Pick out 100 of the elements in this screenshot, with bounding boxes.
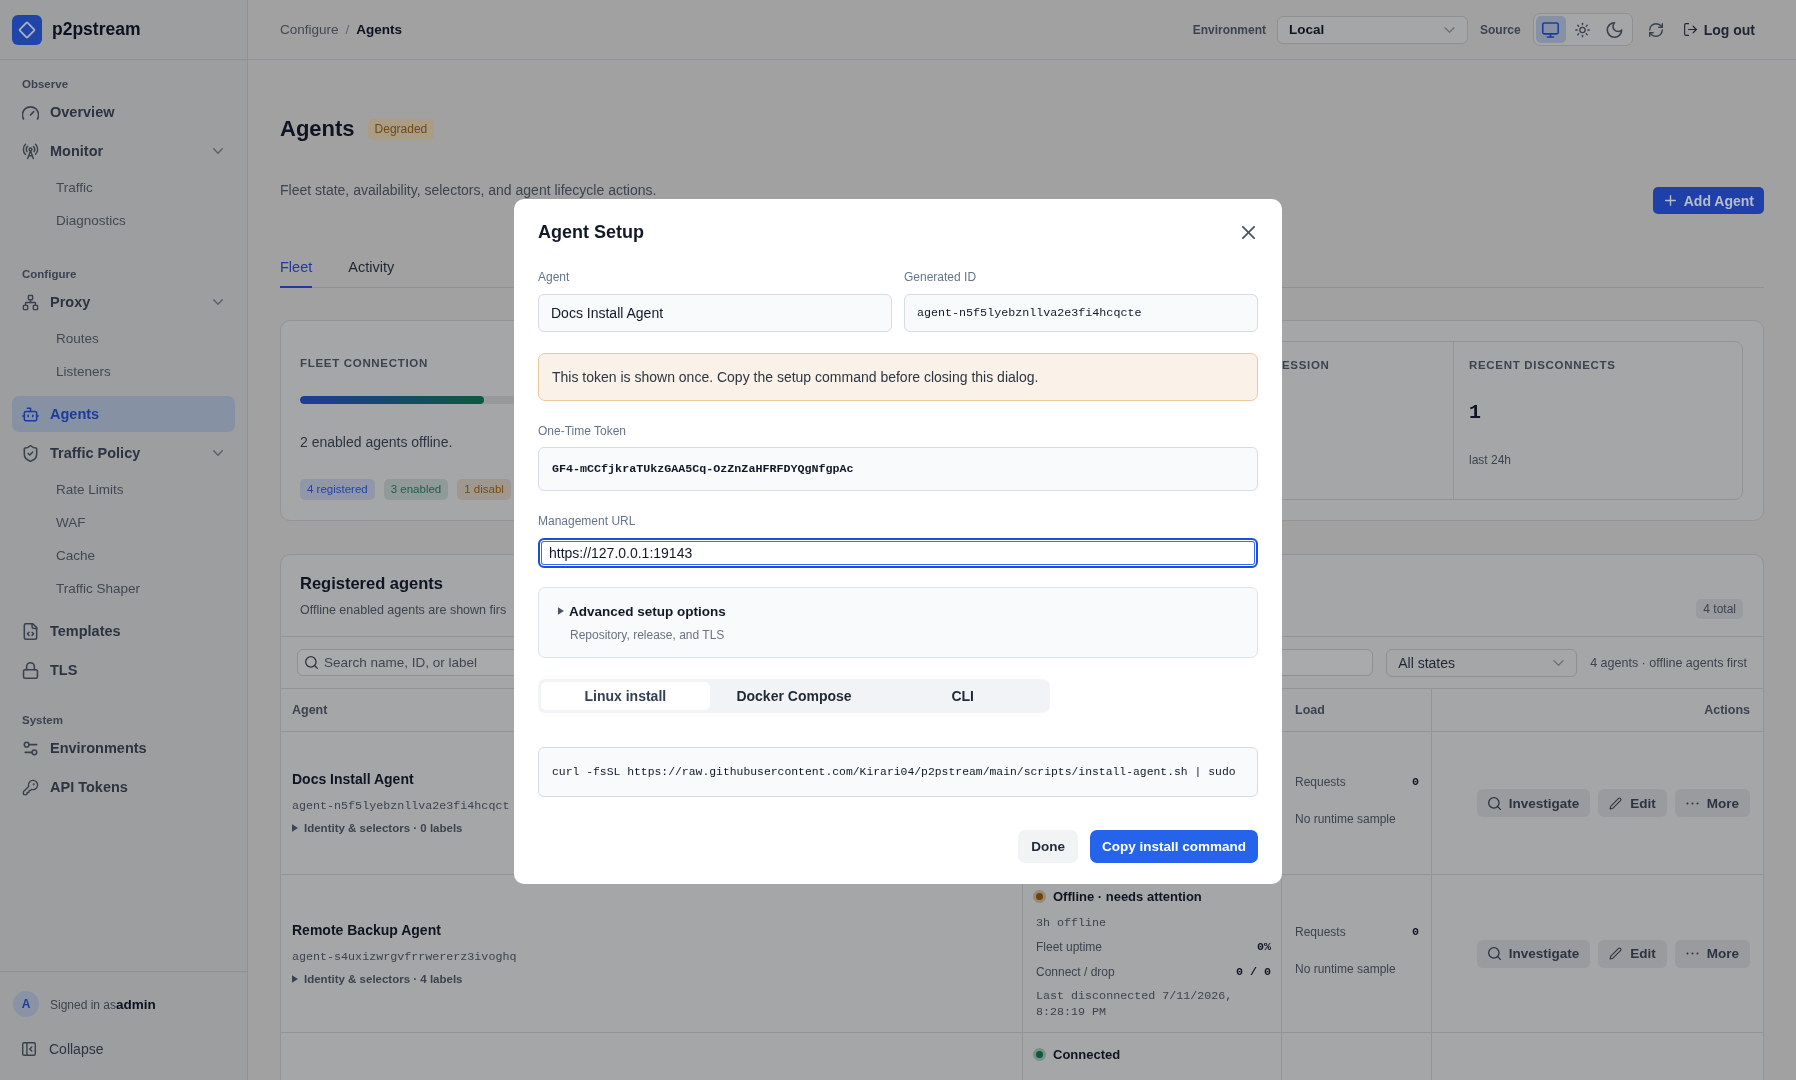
nav-item[interactable]: Templates	[12, 613, 235, 649]
chevron-down-icon	[1444, 26, 1455, 33]
more-button[interactable]: More	[1674, 939, 1750, 968]
environment-label: Environment	[1192, 22, 1266, 37]
logout-button[interactable]: Log out	[1683, 21, 1755, 38]
panel-icon	[22, 1042, 36, 1056]
breadcrumb-separator: /	[345, 22, 350, 37]
tab[interactable]: CLI	[878, 682, 1047, 710]
edit-button[interactable]: Edit	[1598, 789, 1667, 817]
runtime-note: No runtime sample	[1295, 810, 1396, 828]
search-icon	[1487, 796, 1501, 810]
signed-in-text: Signed in asadmin	[50, 996, 156, 1012]
environment-select[interactable]: Local	[1277, 15, 1468, 44]
theme-button[interactable]	[1535, 16, 1566, 43]
lock-icon	[22, 661, 39, 679]
install-command: curl -fsSL https://raw.githubusercontent.com/Kirari04/p2pstream/main/scripts/install-agent.sh | sudo	[538, 747, 1258, 797]
nav-item[interactable]: Monitor	[12, 133, 235, 169]
stat-caption: last 24h	[1469, 452, 1512, 468]
offline-duration: 3h offline	[1035, 915, 1107, 932]
breadcrumb-current: Agents	[356, 22, 403, 37]
last-disconnected: Last disconnected 7/11/2026, 8:28:19 PM	[1035, 988, 1234, 1020]
nav-subitem[interactable]: Listeners	[12, 355, 235, 388]
total-badge: 4 total	[1696, 599, 1743, 619]
tab[interactable]: Fleet	[280, 249, 313, 288]
logo-icon	[12, 14, 42, 45]
advanced-options-toggle[interactable]: Advanced setup options	[558, 601, 726, 621]
add-agent-button[interactable]: Add Agent	[1652, 187, 1764, 214]
key-icon	[22, 778, 39, 796]
investigate-button[interactable]: Investigate	[1476, 789, 1591, 817]
count-chip: 3 enabled	[383, 479, 449, 500]
copy-command-button[interactable]: Copy install command	[1089, 830, 1258, 863]
pencil-icon	[1609, 947, 1623, 960]
ellipsis-icon	[1685, 952, 1699, 955]
identity-toggle[interactable]: Identity & selectors · 0 labels	[292, 820, 463, 836]
fleet-summary: 2 enabled agents offline.	[300, 433, 453, 451]
nav-item[interactable]: Proxy	[12, 284, 235, 320]
nav-item[interactable]: Environments	[12, 730, 235, 766]
close-icon[interactable]	[1242, 225, 1255, 239]
nav-subitem[interactable]: Routes	[12, 322, 235, 355]
search-icon	[305, 656, 318, 669]
metric-value: 0%	[1256, 940, 1271, 954]
agent-name: Remote Backup Agent	[292, 920, 441, 939]
ellipsis-icon	[1685, 801, 1699, 805]
done-button[interactable]: Done	[1018, 830, 1078, 863]
section-label: System	[21, 713, 64, 728]
network-icon	[22, 293, 39, 311]
more-button[interactable]: More	[1674, 789, 1750, 817]
investigate-button[interactable]: Investigate	[1476, 939, 1591, 968]
metric-value: 0	[1412, 773, 1419, 791]
count-chip: 1 disabl	[457, 479, 511, 500]
nav-subitem[interactable]: Traffic	[12, 171, 235, 204]
section-label: Configure	[21, 267, 78, 282]
column-header: Actions	[1704, 703, 1750, 717]
nav-item[interactable]: Overview	[12, 94, 235, 130]
field-label: Agent	[538, 269, 570, 285]
generated-id-field[interactable]: agent-n5f5lyebznllva2e3fi4hcqcte	[904, 294, 1258, 332]
search-icon	[1487, 947, 1501, 960]
tab[interactable]: Linux install	[541, 682, 710, 710]
agent-name-field[interactable]: Docs Install Agent	[538, 294, 892, 332]
nav-item[interactable]: Traffic Policy	[12, 435, 235, 471]
nav-subitem[interactable]: Traffic Shaper	[12, 572, 235, 605]
nav-subitem[interactable]: Rate Limits	[12, 473, 235, 506]
chevron-down-icon	[1553, 659, 1565, 666]
user-avatar: A	[13, 991, 39, 1017]
source-label: Source	[1480, 22, 1521, 37]
identity-toggle[interactable]: Identity & selectors · 4 labels	[292, 970, 463, 987]
page-title: Agents	[280, 115, 355, 143]
nav-subitem[interactable]: WAF	[12, 506, 235, 539]
stat-label: FLEET CONNECTION	[300, 356, 428, 371]
section-label: Observe	[21, 77, 70, 92]
nav-item[interactable]: Agents	[12, 396, 235, 432]
tab[interactable]: Docker Compose	[709, 682, 879, 710]
field-label: One-Time Token	[538, 423, 627, 439]
robot-icon	[22, 405, 39, 423]
management-url-field[interactable]: https://127.0.0.1:19143	[538, 538, 1258, 568]
column-header: Load	[1295, 703, 1325, 717]
monitor-icon	[1542, 21, 1560, 38]
metric-value: 0	[1412, 924, 1419, 941]
gauge-icon	[22, 103, 39, 121]
nav-subitem[interactable]: Cache	[12, 539, 235, 572]
refresh-icon[interactable]	[1648, 22, 1663, 37]
card-title: Registered agents	[300, 573, 444, 594]
metric-label: Requests	[1295, 924, 1346, 941]
agent-name: Docs Install Agent	[292, 770, 414, 788]
result-count: 4 agents · offline agents first	[1590, 655, 1747, 670]
antenna-icon	[22, 142, 39, 160]
stat-value: 1	[1469, 401, 1481, 425]
field-label: Generated ID	[904, 269, 977, 285]
state-select[interactable]: All states	[1386, 648, 1578, 677]
breadcrumb-link[interactable]: Configure	[280, 22, 339, 37]
collapse-button[interactable]: Collapse	[12, 1031, 114, 1067]
tab[interactable]: Activity	[348, 249, 395, 288]
plus-icon	[1664, 195, 1676, 206]
edit-button[interactable]: Edit	[1598, 939, 1667, 968]
log-out-icon	[1683, 23, 1697, 36]
file-code-icon	[22, 622, 39, 640]
nav-subitem[interactable]: Diagnostics	[12, 204, 235, 237]
nav-item[interactable]: API Tokens	[12, 769, 235, 805]
agent-id: agent-s4uxizwrgvfrrwererz3ivoghq	[292, 948, 517, 966]
nav-item[interactable]: TLS	[12, 652, 235, 688]
